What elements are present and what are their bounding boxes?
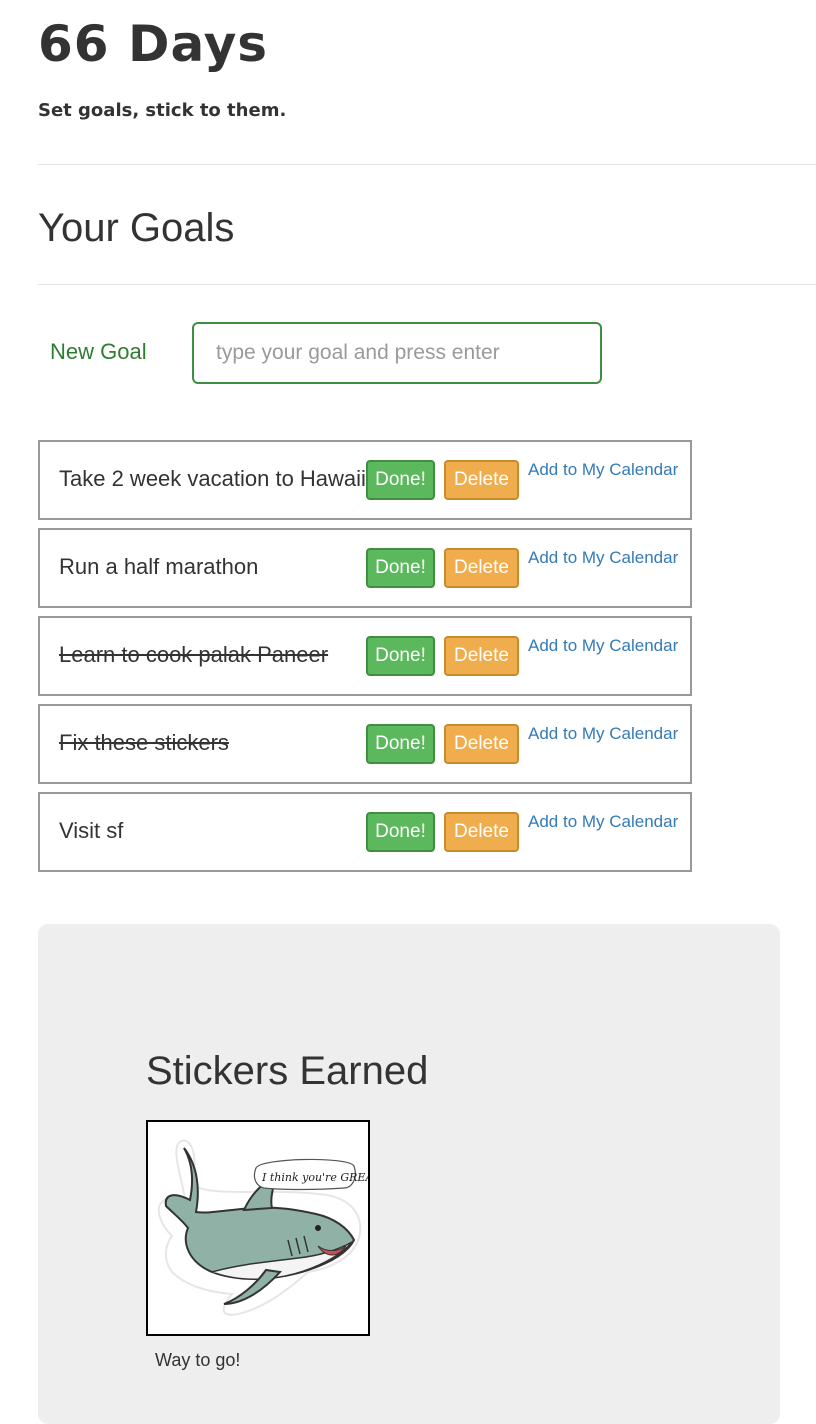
goal-item: Visit sf Done! Delete Add to My Calendar [38, 792, 692, 872]
goal-item: Take 2 week vacation to Hawaii Done! Del… [38, 440, 692, 520]
goal-item: Fix these stickers Done! Delete Add to M… [38, 704, 692, 784]
shark-sticker-icon: I think you're GREAT!! [157, 1139, 368, 1316]
goal-list: Take 2 week vacation to Hawaii Done! Del… [38, 440, 692, 880]
done-button[interactable]: Done! [366, 548, 435, 588]
app-title: 66 Days [38, 15, 269, 73]
stickers-title: Stickers Earned [146, 1049, 429, 1093]
goals-divider [38, 284, 816, 285]
goal-text: Fix these stickers [59, 730, 229, 755]
header-divider [38, 164, 816, 165]
delete-button[interactable]: Delete [444, 812, 519, 852]
delete-button[interactable]: Delete [444, 724, 519, 764]
goal-text: Visit sf [59, 818, 124, 843]
add-to-calendar-link[interactable]: Add to My Calendar [528, 636, 678, 656]
new-goal-label: New Goal [50, 339, 147, 364]
goal-text: Learn to cook palak Paneer [59, 642, 329, 667]
delete-button[interactable]: Delete [444, 636, 519, 676]
done-button[interactable]: Done! [366, 460, 435, 500]
sticker-card: I think you're GREAT!! [146, 1120, 370, 1336]
add-to-calendar-link[interactable]: Add to My Calendar [528, 548, 678, 568]
sticker-caption: Way to go! [155, 1350, 241, 1370]
add-to-calendar-link[interactable]: Add to My Calendar [528, 460, 678, 480]
stickers-panel: Stickers Earned I think you're GREAT!! W… [38, 924, 780, 1424]
new-goal-input[interactable] [192, 322, 602, 384]
goal-text: Take 2 week vacation to Hawaii [59, 466, 366, 491]
sticker-text: I think you're GREAT!! [261, 1171, 368, 1184]
goal-text: Run a half marathon [59, 554, 259, 579]
goal-item: Learn to cook palak Paneer Done! Delete … [38, 616, 692, 696]
add-to-calendar-link[interactable]: Add to My Calendar [528, 724, 678, 744]
goal-item: Run a half marathon Done! Delete Add to … [38, 528, 692, 608]
done-button[interactable]: Done! [366, 724, 435, 764]
done-button[interactable]: Done! [366, 636, 435, 676]
add-to-calendar-link[interactable]: Add to My Calendar [528, 812, 678, 832]
delete-button[interactable]: Delete [444, 548, 519, 588]
goals-section-title: Your Goals [38, 206, 235, 250]
tagline: Set goals, stick to them. [38, 100, 287, 121]
done-button[interactable]: Done! [366, 812, 435, 852]
delete-button[interactable]: Delete [444, 460, 519, 500]
